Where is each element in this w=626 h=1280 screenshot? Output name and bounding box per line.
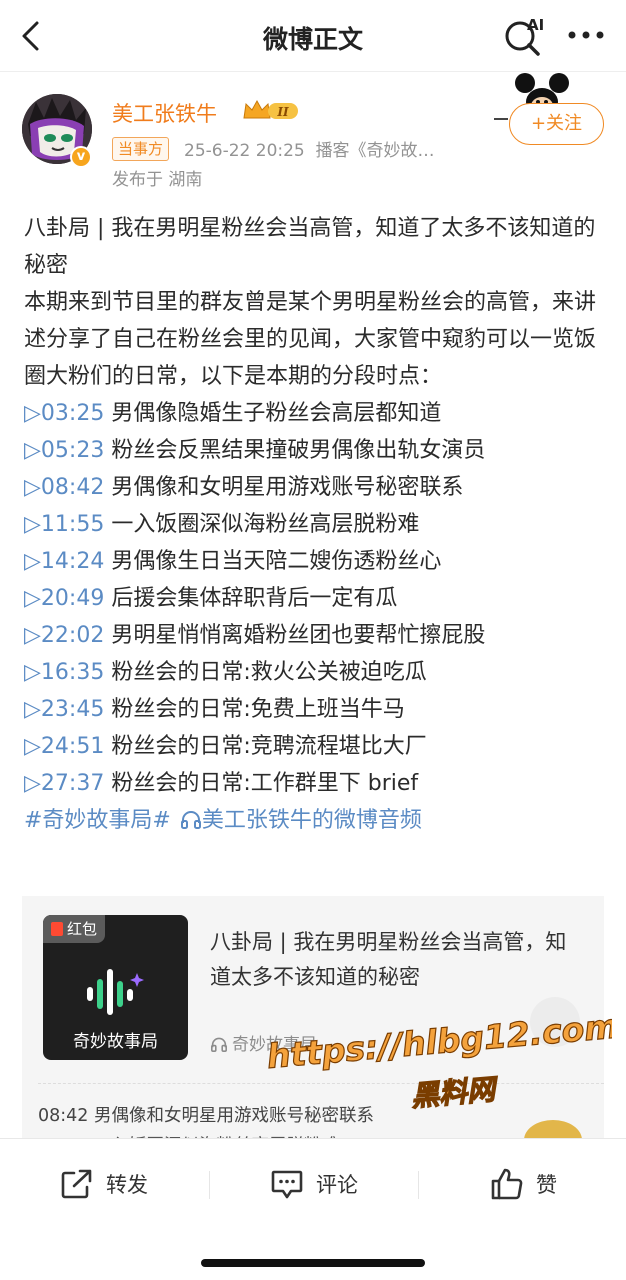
more-options-icon[interactable] <box>566 22 606 48</box>
chapter-title: 粉丝会反黑结果撞破男偶像出轨女演员 <box>111 438 486 463</box>
hashtag-row: #奇妙故事局# 美工张铁牛的微博音频 <box>24 802 610 839</box>
chapter-item: ▷08:42 男偶像和女明星用游戏账号秘密联系 <box>24 469 610 506</box>
chapter-item: ▷03:25 男偶像隐婚生子粉丝会高层都知道 <box>24 395 610 432</box>
post-intro: 本期来到节目里的群友曾是某个男明星粉丝会的高管，来讲述分享了自己在粉丝会里的见闻… <box>24 290 597 389</box>
play-triangle-icon: ▷ <box>24 438 41 463</box>
source-headphones-icon <box>210 1037 227 1052</box>
chapter-timestamp[interactable]: 20:49 <box>41 586 104 611</box>
level-text: II <box>276 105 289 119</box>
follow-button[interactable]: +关注 <box>509 103 604 145</box>
play-triangle-icon: ▷ <box>24 623 41 648</box>
chapter-timestamp[interactable]: 16:35 <box>41 660 104 685</box>
post-content: 八卦局 | 我在男明星粉丝会当高管，知道了太多不该知道的秘密 本期来到节目里的群… <box>24 210 610 839</box>
decoration-line <box>494 118 508 120</box>
chapter-title: 粉丝会的日常:工作群里下 brief <box>111 771 419 796</box>
chapter-item: ▷27:37 粉丝会的日常:工作群里下 brief <box>24 765 610 802</box>
red-packet-label: 红包 <box>67 920 98 938</box>
cover-title: 奇妙故事局 <box>73 1032 158 1052</box>
watermark-url: https://hlbg12.com <box>265 1006 612 1076</box>
comment-label: 评论 <box>316 1173 358 1197</box>
repost-icon <box>61 1169 92 1199</box>
play-triangle-icon: ▷ <box>24 512 41 537</box>
red-packet-icon <box>51 922 63 936</box>
chapter-item: ▷22:02 男明星悄悄离婚粉丝团也要帮忙擦屁股 <box>24 617 610 654</box>
chapter-item: ▷11:55 一入饭圈深似海粉丝高层脱粉难 <box>24 506 610 543</box>
chapter-item: ▷24:51 粉丝会的日常:竞聘流程堪比大厂 <box>24 728 610 765</box>
hashtag-link[interactable]: #奇妙故事局# <box>24 808 171 833</box>
chapter-title: 男明星悄悄离婚粉丝团也要帮忙擦屁股 <box>111 623 486 648</box>
post-source[interactable]: 播客《奇妙故… <box>316 141 435 161</box>
chapter-title: 男偶像隐婚生子粉丝会高层都知道 <box>111 401 442 426</box>
chapter-item: ▷05:23 粉丝会反黑结果撞破男偶像出轨女演员 <box>24 432 610 469</box>
chapter-item: ▷23:45 粉丝会的日常:免费上班当牛马 <box>24 691 610 728</box>
chapter-title: 男偶像生日当天陪二嫂伤透粉丝心 <box>111 549 442 574</box>
author-tag: 当事方 <box>112 137 170 161</box>
top-nav-bar: 微博正文 AI <box>0 0 626 72</box>
post-time: 25-6-22 20:25 <box>184 141 305 161</box>
play-triangle-icon: ▷ <box>24 771 41 796</box>
play-triangle-icon: ▷ <box>24 734 41 759</box>
verified-badge-icon: v <box>70 146 92 168</box>
chapter-timestamp[interactable]: 05:23 <box>41 438 104 463</box>
chapter-timestamp[interactable]: 24:51 <box>41 734 104 759</box>
play-triangle-icon: ▷ <box>24 401 41 426</box>
chapter-timestamp[interactable]: 11:55 <box>41 512 104 537</box>
post-location: 发布于 湖南 <box>112 170 203 190</box>
post-author-header: v 美工张铁牛 II 当事方 25-6-22 20:25 播客《奇妙故… 发布于… <box>0 72 626 202</box>
play-triangle-icon: ▷ <box>24 549 41 574</box>
chapter-timestamp[interactable]: 08:42 <box>41 475 104 500</box>
play-triangle-icon: ▷ <box>24 697 41 722</box>
post-title-line: 八卦局 | 我在男明星粉丝会当高管，知道了太多不该知道的秘密 <box>24 216 596 278</box>
thumbs-up-icon <box>491 1168 523 1200</box>
divider <box>418 1171 419 1199</box>
chapter-item: ▷20:49 后援会集体辞职背后一定有瓜 <box>24 580 610 617</box>
ai-label: AI <box>527 16 544 34</box>
chapter-title: 粉丝会的日常:竞聘流程堪比大厂 <box>111 734 427 759</box>
play-triangle-icon: ▷ <box>24 475 41 500</box>
chapter-timestamp[interactable]: 27:37 <box>41 771 104 796</box>
chapter-timestamp[interactable]: 23:45 <box>41 697 104 722</box>
chapter-title: 一入饭圈深似海粉丝高层脱粉难 <box>111 512 420 537</box>
headphones-icon <box>180 811 201 829</box>
author-name[interactable]: 美工张铁牛 <box>112 98 217 128</box>
sound-wave-icon <box>87 969 144 1015</box>
bottom-action-bar: 转发 评论 赞 <box>0 1138 626 1280</box>
red-packet-badge: 红包 <box>43 915 106 943</box>
audio-link[interactable]: 美工张铁牛的微博音频 <box>202 808 422 833</box>
vip-level-badge: II <box>243 99 298 119</box>
chapter-item: ▷16:35 粉丝会的日常:救火公关被迫吃瓜 <box>24 654 610 691</box>
play-triangle-icon: ▷ <box>24 586 41 611</box>
chapter-title: 粉丝会的日常:免费上班当牛马 <box>111 697 405 722</box>
watermark-name: 黑料网 <box>410 1072 501 1113</box>
podcast-cover[interactable]: 红包 奇妙故事局 <box>43 915 188 1060</box>
divider <box>209 1171 210 1199</box>
chapter-timestamp[interactable]: 14:24 <box>41 549 104 574</box>
card-title[interactable]: 八卦局 | 我在男明星粉丝会当高管，知道太多不该知道的秘密 <box>210 925 570 995</box>
chapter-timestamp[interactable]: 22:02 <box>41 623 104 648</box>
post-meta: 25-6-22 20:25 播客《奇妙故… <box>184 136 435 161</box>
repost-button[interactable]: 转发 <box>60 1166 148 1202</box>
ai-search-icon[interactable]: AI <box>502 14 548 56</box>
site-watermark: https://hlbg12.com 黑料网 <box>265 1006 612 1114</box>
comment-button[interactable]: 评论 <box>270 1166 358 1202</box>
chapter-title: 男偶像和女明星用游戏账号秘密联系 <box>111 475 464 500</box>
chapter-list: ▷03:25 男偶像隐婚生子粉丝会高层都知道 ▷05:23 粉丝会反黑结果撞破男偶… <box>24 395 610 802</box>
chapter-item: ▷14:24 男偶像生日当天陪二嫂伤透粉丝心 <box>24 543 610 580</box>
chapter-timestamp[interactable]: 03:25 <box>41 401 104 426</box>
comment-icon <box>271 1170 303 1199</box>
home-indicator <box>201 1259 425 1267</box>
like-label: 赞 <box>536 1173 557 1197</box>
play-triangle-icon: ▷ <box>24 660 41 685</box>
chapter-title: 后援会集体辞职背后一定有瓜 <box>111 586 398 611</box>
repost-label: 转发 <box>106 1173 148 1197</box>
chapter-title: 粉丝会的日常:救火公关被迫吃瓜 <box>111 660 427 685</box>
like-button[interactable]: 赞 <box>490 1166 557 1202</box>
